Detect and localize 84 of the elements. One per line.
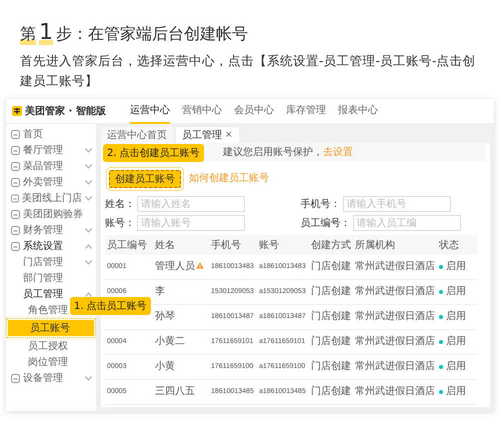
table-cell: 常州武进假日酒店 <box>355 336 435 347</box>
sidebar-item[interactable]: 岗位管理 <box>6 354 96 370</box>
step-label: 第 <box>20 24 36 45</box>
tile-icon <box>11 194 19 202</box>
logo-text: 美团管家 · 智能版 <box>25 104 106 118</box>
tile-icon <box>11 146 20 154</box>
table-cell: 门店创建 <box>311 336 351 347</box>
status-text: 启用 <box>446 386 466 398</box>
table-cell: 小黄二 <box>155 336 185 347</box>
status-text: 启用 <box>446 311 466 323</box>
input-field[interactable]: 请输入员工编 <box>352 215 460 231</box>
step-title: 步：在管家端后台创建帐号 <box>56 24 248 45</box>
column-header: 员工编号 <box>105 235 153 255</box>
field-label: 账号： <box>105 216 135 230</box>
status-text: 启用 <box>446 336 466 348</box>
notice-text: 建议您启用账号保护， <box>223 147 323 158</box>
table-cell: 李 <box>155 286 165 297</box>
tile-icon <box>11 178 20 186</box>
table-cell: 常州武进假日酒店 <box>355 286 435 297</box>
sidebar-item[interactable]: 系统设置 <box>6 238 96 254</box>
input-field[interactable]: 请输入账号 <box>137 215 245 231</box>
table-cell: 孙琴 <box>155 311 175 322</box>
tile-icon <box>11 374 20 382</box>
status-dot <box>439 290 443 294</box>
sidebar-item[interactable]: 外卖管理 <box>6 174 96 190</box>
status-text: 启用 <box>446 286 466 298</box>
sidebar-item[interactable]: 设备管理 <box>6 370 96 386</box>
nav-item[interactable]: 报表中心 <box>338 98 378 124</box>
tab[interactable]: 运营中心首页 <box>101 127 173 143</box>
table-cell: 门店创建 <box>311 386 351 397</box>
status-dot <box>439 390 443 394</box>
table-cell: 常州武进假日酒店 <box>355 261 435 272</box>
tile-icon <box>11 226 20 234</box>
step-number: 1 <box>39 20 53 45</box>
table-cell: 管理人员 <box>155 261 195 272</box>
status-dot <box>439 265 443 269</box>
column-header: 账号 <box>257 235 309 255</box>
field-label: 员工编号： <box>300 216 350 230</box>
sidebar-item[interactable]: 首页 <box>6 126 96 142</box>
sidebar-item[interactable]: 菜品管理 <box>6 158 96 174</box>
tile-icon <box>11 130 20 138</box>
sidebar-item[interactable]: 美团团购验券 <box>6 206 96 222</box>
table-cell: 门店创建 <box>311 286 351 297</box>
step-tooltip: 1. 点击员工账号 <box>70 297 151 315</box>
table-cell: 三四八五 <box>155 386 195 397</box>
input-field[interactable]: 请输入手机号 <box>342 196 450 212</box>
sidebar-item[interactable]: 餐厅管理 <box>6 142 96 158</box>
tab[interactable]: 员工管理 × <box>176 127 239 143</box>
tile-icon <box>11 162 20 170</box>
sidebar-item[interactable]: 门店管理 <box>6 254 96 270</box>
intro-text: 首先进入管家后台，选择运营中心，点击【系统设置-员工管理-员工账号-点击创建员工账号】 <box>20 52 477 90</box>
column-header: 手机号 <box>209 235 257 255</box>
status-dot <box>439 365 443 369</box>
tile-icon <box>11 242 20 250</box>
table-cell: 门店创建 <box>311 261 351 272</box>
sidebar-item[interactable]: 员工授权 <box>6 338 96 354</box>
column-header: 所属机构 <box>353 235 437 255</box>
column-header: 状态 <box>437 235 477 255</box>
nav-item[interactable]: 库存管理 <box>286 98 326 124</box>
field-label: 手机号： <box>300 198 340 211</box>
table-cell: 门店创建 <box>311 311 351 322</box>
table-cell: 门店创建 <box>311 361 351 372</box>
field-label: 姓名： <box>105 198 135 211</box>
nav-item[interactable]: 营销中心 <box>182 98 222 124</box>
logo-icon <box>12 106 22 116</box>
input-field[interactable]: 请输入姓名 <box>137 196 245 212</box>
table-cell: 常州武进假日酒店 <box>355 311 435 322</box>
step-tooltip: 2. 点击创建员工账号 <box>103 144 204 162</box>
status-dot <box>439 340 443 344</box>
sidebar-item[interactable]: 财务管理 <box>6 222 96 238</box>
column-header: 姓名 <box>153 235 209 255</box>
sidebar-item[interactable]: 美团线上门店 <box>6 190 96 206</box>
table-cell: 常州武进假日酒店 <box>355 361 435 372</box>
nav-item[interactable]: 会员中心 <box>234 98 274 124</box>
column-header: 创建方式 <box>309 235 353 255</box>
table-cell: 常州武进假日酒店 <box>355 386 435 397</box>
close-icon[interactable]: × <box>225 130 233 140</box>
status-dot <box>439 315 443 319</box>
create-button[interactable]: 创建员工账号 <box>109 170 181 188</box>
table-cell: 小黄 <box>155 361 175 372</box>
sidebar-item[interactable]: 部门管理 <box>6 270 96 286</box>
status-text: 启用 <box>446 361 466 373</box>
status-text: 启用 <box>446 261 466 273</box>
tile-icon <box>11 210 20 218</box>
